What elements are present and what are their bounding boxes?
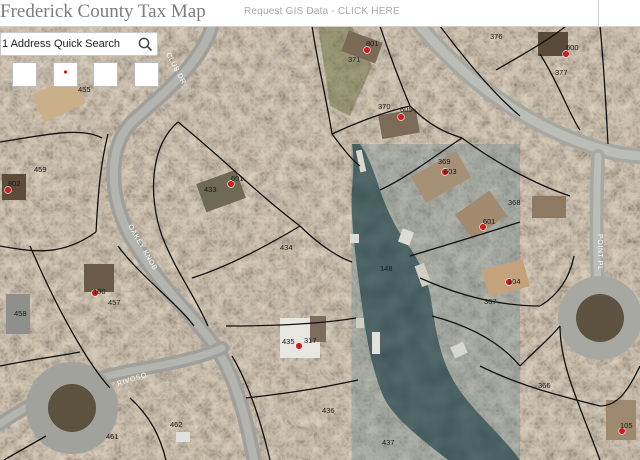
parcel-number: 462 xyxy=(170,420,183,429)
address-number: 802 xyxy=(8,179,21,188)
parcel-number: 458 xyxy=(14,309,27,318)
dock xyxy=(356,318,364,328)
search-button[interactable] xyxy=(133,33,157,55)
parcel-number: 377 xyxy=(555,68,568,77)
address-search-box xyxy=(0,32,158,56)
parcel-number: 435 xyxy=(282,337,295,346)
request-gis-data-link[interactable]: Request GIS Data - CLICK HERE xyxy=(244,6,400,17)
road-label: POINT PL xyxy=(596,234,603,271)
parcel-number: 455 xyxy=(78,85,91,94)
parcel-number: 148 xyxy=(380,264,393,273)
address-point[interactable]: 100 xyxy=(91,287,106,297)
parcel-number: 459 xyxy=(34,165,47,174)
parcel-number: 436 xyxy=(322,406,335,415)
parcel-number: 370 xyxy=(378,102,391,111)
parcel-number: 371 xyxy=(348,55,361,64)
cul-de-sac-island xyxy=(576,294,624,342)
address-number: 605 xyxy=(400,105,413,114)
map-tool-button[interactable] xyxy=(53,62,78,87)
top-bar: Frederick County Tax Map Request GIS Dat… xyxy=(0,0,640,27)
address-number: 603 xyxy=(444,167,457,176)
parcel-number: 433 xyxy=(204,185,217,194)
address-point[interactable]: 603 xyxy=(441,167,457,176)
cul-de-sac-island xyxy=(48,384,96,432)
address-number: 601 xyxy=(483,217,496,226)
top-bar-divider xyxy=(598,0,599,26)
parcel-number: 368 xyxy=(508,198,521,207)
address-number: 317 xyxy=(304,336,317,345)
parcel-number: 366 xyxy=(538,381,551,390)
parcel-number: 434 xyxy=(280,243,293,252)
dock xyxy=(372,332,380,354)
map-tool-button[interactable] xyxy=(12,62,37,87)
address-number: 104 xyxy=(508,277,521,286)
address-number: 105 xyxy=(620,421,633,430)
map-view[interactable]: OAKEY KNOB RIVOSO POINT PL CLUB DR 455 4… xyxy=(0,26,640,460)
parcel-number: 367 xyxy=(484,297,497,306)
map-tool-button[interactable] xyxy=(93,62,118,87)
red-dot-icon xyxy=(63,70,68,74)
parcel-number: 457 xyxy=(108,298,121,307)
parcel-number: 461 xyxy=(106,432,119,441)
search-icon xyxy=(138,37,152,51)
address-number: 600 xyxy=(566,43,579,52)
address-point[interactable]: 104 xyxy=(505,277,521,286)
app-title: Frederick County Tax Map xyxy=(0,1,206,22)
parcel-number: 437 xyxy=(382,438,395,447)
dock xyxy=(350,234,359,243)
address-number: 601 xyxy=(231,174,244,183)
parcel-number: 376 xyxy=(490,32,503,41)
parcel-number: 369 xyxy=(438,157,451,166)
address-number: 801 xyxy=(366,39,379,48)
map-tool-button[interactable] xyxy=(134,62,159,87)
address-search-input[interactable] xyxy=(1,33,132,55)
address-number: 100 xyxy=(93,287,106,296)
